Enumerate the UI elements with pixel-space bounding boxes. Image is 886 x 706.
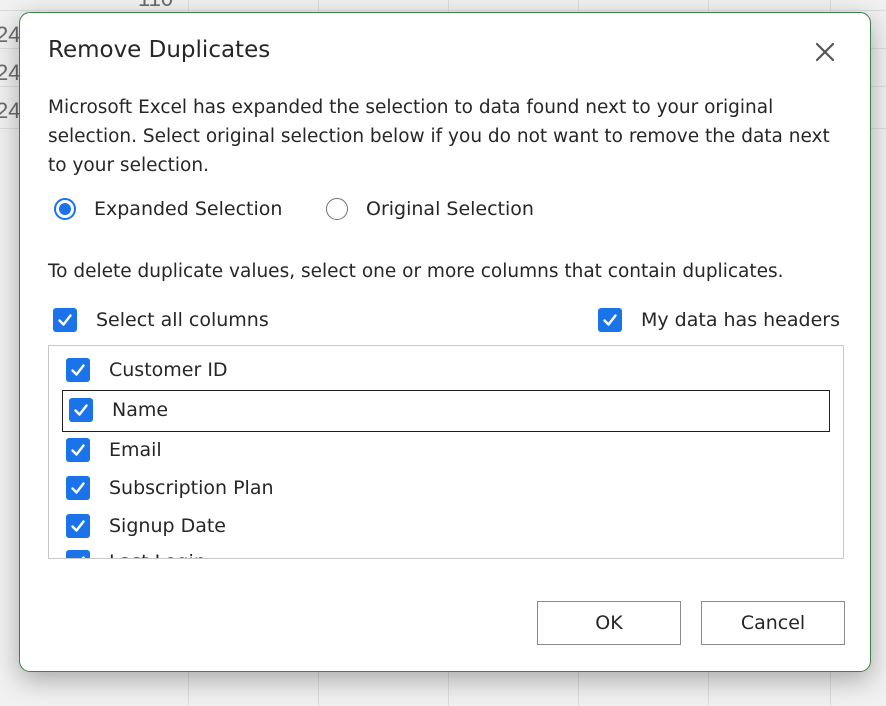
remove-duplicates-dialog: Remove Duplicates Microsoft Excel has ex… (19, 12, 871, 672)
column-item-last-login[interactable]: Last Login (66, 550, 206, 558)
checkbox-checked[interactable] (69, 398, 93, 422)
close-icon (815, 42, 835, 62)
checkbox-checked[interactable] (598, 308, 622, 332)
focused-item-outline (62, 390, 830, 432)
checkbox-checked[interactable] (66, 476, 90, 500)
radio-label: Original Selection (366, 198, 534, 220)
column-label: Signup Date (109, 515, 226, 537)
ok-button[interactable]: OK (537, 601, 681, 645)
column-label: Name (112, 399, 169, 421)
columns-listbox[interactable]: Customer ID Name Email Subscription Plan (48, 345, 844, 559)
radio-button[interactable] (326, 198, 348, 220)
cell-value: 24 (0, 22, 21, 47)
checkmark-icon (71, 364, 85, 376)
checkmark-icon (71, 520, 85, 532)
column-label: Customer ID (109, 359, 228, 381)
radio-expanded-selection[interactable]: Expanded Selection (54, 198, 282, 220)
checkmark-icon (71, 482, 85, 494)
column-item-customer-id[interactable]: Customer ID (66, 358, 228, 382)
column-label: Last Login (109, 551, 206, 558)
column-label: Email (109, 439, 162, 461)
checkbox-checked[interactable] (66, 438, 90, 462)
column-item-name[interactable]: Name (69, 398, 168, 422)
checkbox-checked[interactable] (66, 550, 90, 558)
dialog-title: Remove Duplicates (48, 37, 271, 63)
checkmark-icon (81, 556, 85, 558)
checkmark-icon (74, 404, 88, 416)
column-label: Subscription Plan (109, 477, 274, 499)
cell-value: 24 (0, 98, 21, 123)
radio-original-selection[interactable]: Original Selection (326, 198, 534, 220)
cell-value: 24 (0, 60, 21, 85)
checkmark-icon (71, 444, 85, 456)
column-item-email[interactable]: Email (66, 438, 162, 462)
checkbox-label: Select all columns (96, 309, 269, 331)
column-item-signup-date[interactable]: Signup Date (66, 514, 226, 538)
cell-value: 110 (138, 0, 173, 12)
cancel-button[interactable]: Cancel (701, 601, 845, 645)
column-item-subscription-plan[interactable]: Subscription Plan (66, 476, 274, 500)
checkbox-checked[interactable] (66, 514, 90, 538)
radio-button-selected[interactable] (54, 198, 76, 220)
checkbox-label: My data has headers (641, 309, 840, 331)
checkmark-icon (603, 314, 617, 326)
close-button[interactable] (812, 39, 838, 65)
select-all-columns-checkbox[interactable]: Select all columns (53, 308, 269, 332)
checkmark-icon (58, 314, 72, 326)
radio-label: Expanded Selection (94, 198, 283, 220)
checkbox-checked[interactable] (53, 308, 77, 332)
columns-instruction: To delete duplicate values, select one o… (48, 261, 784, 282)
checkbox-checked[interactable] (66, 358, 90, 382)
dialog-description: Microsoft Excel has expanded the selecti… (48, 97, 830, 176)
grid-line (0, 10, 886, 11)
my-data-has-headers-checkbox[interactable]: My data has headers (598, 308, 840, 332)
